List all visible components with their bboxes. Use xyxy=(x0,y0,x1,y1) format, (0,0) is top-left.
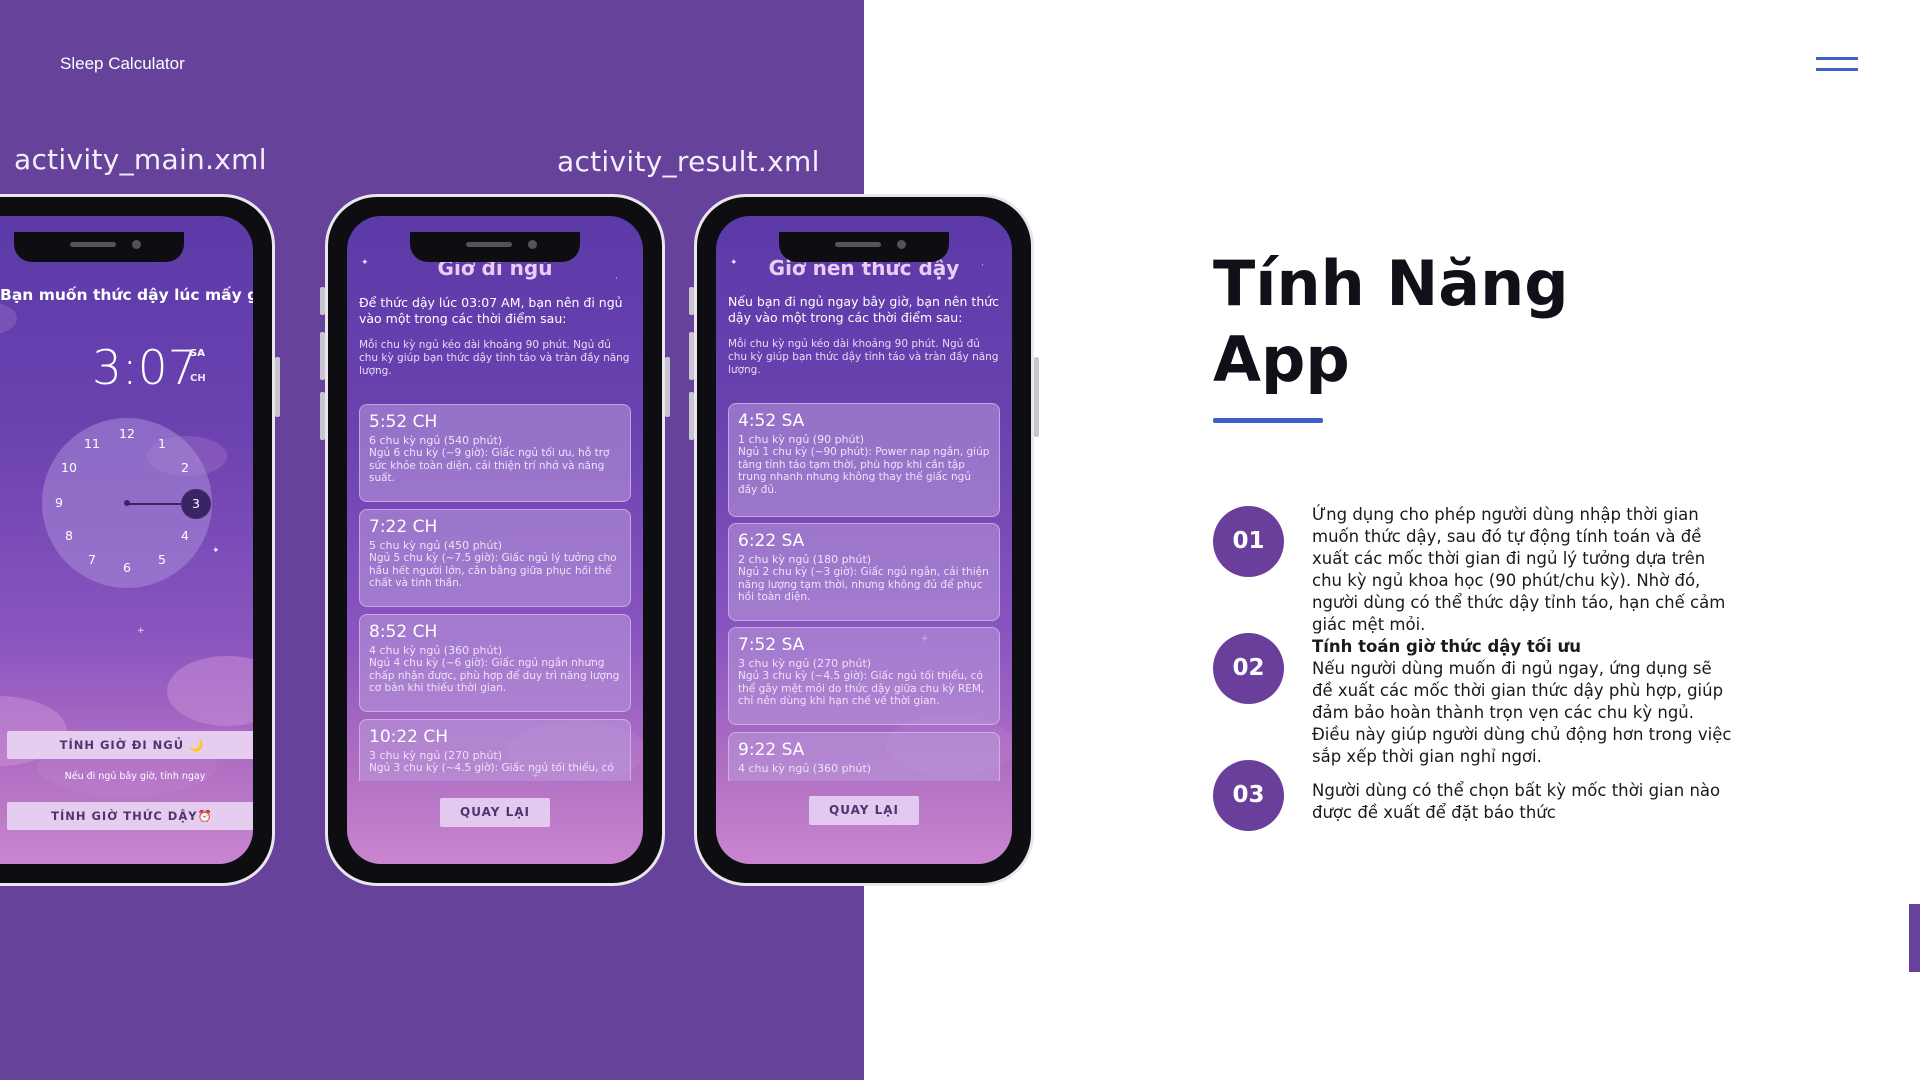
card-desc: Ngủ 6 chu kỳ (~9 giờ): Giấc ngủ tối ưu, … xyxy=(369,447,610,484)
main-file-label: activity_main.xml xyxy=(14,143,267,176)
card-time: 8:52 CH xyxy=(369,622,438,642)
card-time: 6:22 SA xyxy=(738,531,805,551)
dial-7[interactable]: 7 xyxy=(82,552,102,567)
wake-card-3[interactable]: 7:52 SA 3 chu kỳ ngủ (270 phút) Ngủ 3 ch… xyxy=(728,627,1000,725)
dial-3-selected[interactable]: 3 xyxy=(181,489,211,519)
now-hint: Nếu đi ngủ bây giờ, tính ngay xyxy=(64,771,206,782)
wake-card-4[interactable]: 9:22 SA 4 chu kỳ ngủ (360 phút) xyxy=(728,732,1000,781)
brand-title: Sleep Calculator xyxy=(60,54,185,73)
clock-center xyxy=(124,500,130,506)
card-desc: Ngủ 3 chu kỳ (~4.5 giờ): Giấc ngủ tối th… xyxy=(738,670,985,707)
dial-5[interactable]: 5 xyxy=(152,552,172,567)
wake-card-2[interactable]: 6:22 SA 2 chu kỳ ngủ (180 phút) Ngủ 2 ch… xyxy=(728,523,1000,621)
dial-1[interactable]: 1 xyxy=(152,436,172,451)
card-cycles: 6 chu kỳ ngủ (540 phút) xyxy=(369,434,503,447)
feature-text-1: Ứng dụng cho phép người dùng nhập thời g… xyxy=(1312,504,1732,636)
calc-wake-button[interactable]: TÍNH GIỜ THỨC DẬY⏰ xyxy=(7,802,253,830)
wake-intro: Nếu bạn đi ngủ ngay bây giờ, bạn nên thứ… xyxy=(728,294,1000,325)
card-cycles: 1 chu kỳ ngủ (90 phút) xyxy=(738,433,865,446)
bedtime-card-3[interactable]: 8:52 CH 4 chu kỳ ngủ (360 phút) Ngủ 4 ch… xyxy=(359,614,631,712)
dial-11[interactable]: 11 xyxy=(82,436,102,451)
card-desc: Ngủ 1 chu kỳ (~90 phút): Power nap ngắn,… xyxy=(738,446,990,496)
feature-number-2: 02 xyxy=(1213,633,1284,704)
time-display[interactable]: 3:07 xyxy=(92,341,198,396)
card-time: 10:22 CH xyxy=(369,727,449,747)
back-button[interactable]: QUAY LẠI xyxy=(440,798,550,827)
am-label[interactable]: SA xyxy=(190,348,205,359)
feature-text-3: Người dùng có thể chọn bất kỳ mốc thời g… xyxy=(1312,780,1732,824)
back-button[interactable]: QUAY LẠI xyxy=(809,796,919,825)
bedtime-card-2[interactable]: 7:22 CH 5 chu kỳ ngủ (450 phút) Ngủ 5 ch… xyxy=(359,509,631,607)
left-panel: Sleep Calculator activity_main.xml activ… xyxy=(0,0,1039,1080)
feature-body-1: Ứng dụng cho phép người dùng nhập thời g… xyxy=(1312,505,1726,634)
dial-9[interactable]: 9 xyxy=(49,495,69,510)
bedtime-screen: ✦ · + Giờ đi ngủ Để thức dậy lúc 03:07 A… xyxy=(347,216,643,864)
wake-question: Bạn muốn thức dậy lúc mấy giờ? xyxy=(0,286,253,304)
feature-text-2: Tính toán giờ thức dậy tối ưu Nếu người … xyxy=(1312,636,1732,768)
wake-card-1[interactable]: 4:52 SA 1 chu kỳ ngủ (90 phút) Ngủ 1 chu… xyxy=(728,403,1000,517)
features-title-line2: App xyxy=(1213,323,1350,396)
feature-body-3: Người dùng có thể chọn bất kỳ mốc thời g… xyxy=(1312,781,1721,822)
pm-label[interactable]: CH xyxy=(190,373,206,384)
card-cycles: 3 chu kỳ ngủ (270 phút) xyxy=(738,657,872,670)
card-desc: Ngủ 4 chu kỳ (~6 giờ): Giấc ngủ ngắn như… xyxy=(369,657,620,694)
card-cycles: 4 chu kỳ ngủ (360 phút) xyxy=(738,762,872,775)
dial-4[interactable]: 4 xyxy=(175,528,195,543)
dial-10[interactable]: 10 xyxy=(59,460,79,475)
feature-body-2: Nếu người dùng muốn đi ngủ ngay, ứng dụn… xyxy=(1312,659,1732,766)
card-cycles: 2 chu kỳ ngủ (180 phút) xyxy=(738,553,872,566)
main-screen: ✦ + ✦ + · Bạn muốn thức dậy lúc mấy giờ?… xyxy=(0,216,253,864)
wake-screen: ✦ · + Giờ nên thức dậy Nếu bạn đi ngủ ng… xyxy=(716,216,1012,864)
bedtime-note: Mỗi chu kỳ ngủ kéo dài khoảng 90 phút. N… xyxy=(359,339,630,377)
bedtime-card-1[interactable]: 5:52 CH 6 chu kỳ ngủ (540 phút) Ngủ 6 ch… xyxy=(359,404,631,502)
card-time: 7:22 CH xyxy=(369,517,438,537)
card-time: 5:52 CH xyxy=(369,412,438,432)
card-cycles: 3 chu kỳ ngủ (270 phút) xyxy=(369,749,503,762)
feature-number-3: 03 xyxy=(1213,760,1284,831)
card-cycles: 4 chu kỳ ngủ (360 phút) xyxy=(369,644,503,657)
hamburger-menu-icon[interactable] xyxy=(1816,57,1858,73)
feature-heading-2: Tính toán giờ thức dậy tối ưu xyxy=(1312,637,1582,656)
features-title: Tính Năng App xyxy=(1213,246,1569,398)
calc-bedtime-button[interactable]: TÍNH GIỜ ĐI NGỦ 🌙 xyxy=(7,731,253,759)
card-time: 7:52 SA xyxy=(738,635,805,655)
card-desc: Ngủ 3 chu kỳ (~4.5 giờ): Giấc ngủ tối th… xyxy=(369,762,614,774)
result-file-label: activity_result.xml xyxy=(557,145,820,178)
wake-note: Mỗi chu kỳ ngủ kéo dài khoảng 90 phút. N… xyxy=(728,338,999,376)
phone-wake: ✦ · + Giờ nên thức dậy Nếu bạn đi ngủ ng… xyxy=(689,194,1039,886)
features-title-line1: Tính Năng xyxy=(1213,247,1569,320)
title-underline xyxy=(1213,418,1323,423)
card-time: 9:22 SA xyxy=(738,740,805,760)
slide: Sleep Calculator activity_main.xml activ… xyxy=(0,0,1920,1080)
bedtime-intro: Để thức dậy lúc 03:07 AM, bạn nên đi ngủ… xyxy=(359,295,623,326)
phone-main: ✦ + ✦ + · Bạn muốn thức dậy lúc mấy giờ?… xyxy=(0,194,280,886)
feature-number-1: 01 xyxy=(1213,506,1284,577)
phone-bedtime: ✦ · + Giờ đi ngủ Để thức dậy lúc 03:07 A… xyxy=(320,194,670,886)
card-time: 4:52 SA xyxy=(738,411,805,431)
dial-2[interactable]: 2 xyxy=(175,460,195,475)
card-cycles: 5 chu kỳ ngủ (450 phút) xyxy=(369,539,503,552)
dial-6[interactable]: 6 xyxy=(117,560,137,575)
bedtime-card-4[interactable]: 10:22 CH 3 chu kỳ ngủ (270 phút) Ngủ 3 c… xyxy=(359,719,631,781)
dial-8[interactable]: 8 xyxy=(59,528,79,543)
card-desc: Ngủ 2 chu kỳ (~3 giờ): Giấc ngủ ngắn, cả… xyxy=(738,566,989,603)
card-desc: Ngủ 5 chu kỳ (~7.5 giờ): Giấc ngủ lý tưở… xyxy=(369,552,617,589)
clock-dial[interactable]: 12 1 2 4 5 6 7 8 9 10 11 3 xyxy=(42,418,212,588)
dial-12[interactable]: 12 xyxy=(117,426,137,441)
edge-accent-bar xyxy=(1909,904,1920,972)
